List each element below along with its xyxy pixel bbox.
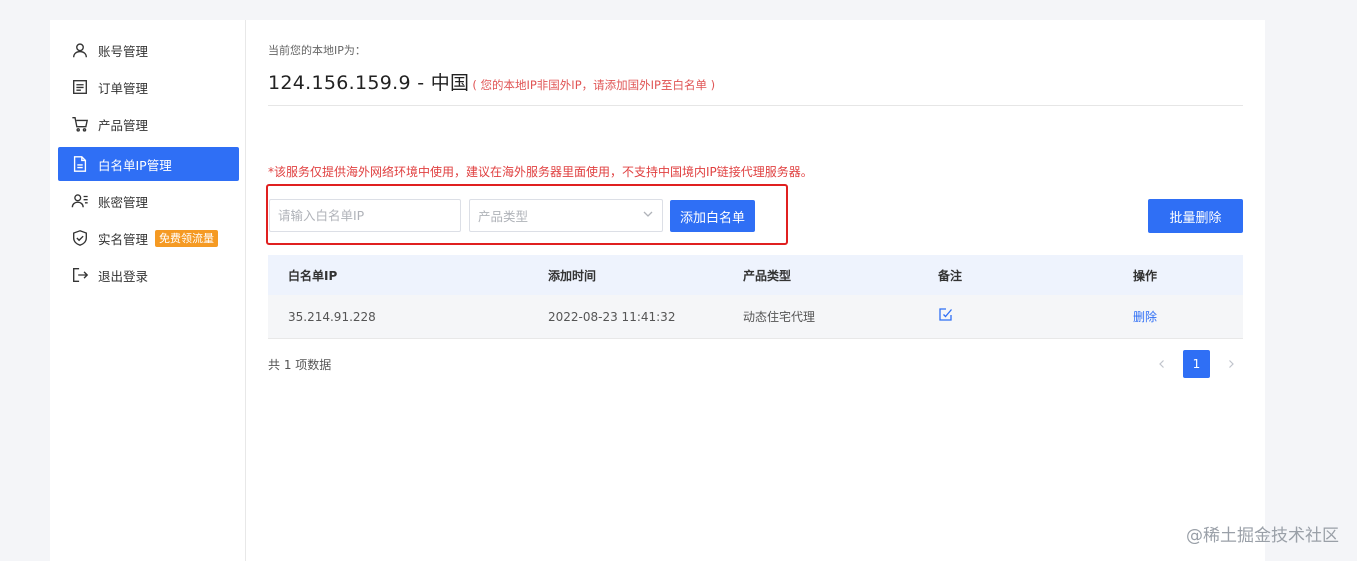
cart-icon bbox=[70, 114, 90, 134]
sidebar-item-label: 账密管理 bbox=[98, 194, 149, 210]
sidebar-item-credentials[interactable]: 账密管理 bbox=[58, 184, 239, 218]
chevron-right-icon[interactable] bbox=[1224, 357, 1238, 371]
divider bbox=[268, 105, 1243, 106]
promo-badge[interactable]: 免费领流量 bbox=[155, 229, 219, 247]
column-header: 备注 bbox=[938, 268, 963, 283]
cell-ip: 35.214.91.228 bbox=[288, 309, 376, 324]
edit-icon[interactable] bbox=[938, 306, 954, 322]
table-row: 35.214.91.228 2022-08-23 11:41:32 动态住宅代理… bbox=[268, 295, 1243, 339]
sidebar-item-orders[interactable]: 订单管理 bbox=[58, 70, 239, 104]
shield-check-icon bbox=[70, 228, 90, 248]
column-header: 添加时间 bbox=[548, 268, 597, 283]
chevron-left-icon[interactable] bbox=[1155, 357, 1169, 371]
pagination: 1 bbox=[1155, 350, 1238, 378]
sidebar: 账号管理 订单管理 产品管理 白名单IP管理 账密管理 实名管理 免费领流量 退… bbox=[50, 20, 246, 561]
sidebar-item-account[interactable]: 账号管理 bbox=[58, 33, 239, 67]
main-content: 当前您的本地IP为： 124.156.159.9 - 中国 ( 您的本地IP非国… bbox=[266, 20, 1243, 561]
column-header: 产品类型 bbox=[743, 268, 792, 283]
logout-icon bbox=[70, 265, 90, 285]
add-whitelist-button[interactable]: 添加白名单 bbox=[670, 200, 755, 232]
sidebar-item-realname[interactable]: 实名管理 免费领流量 bbox=[58, 221, 239, 255]
product-type-placeholder: 产品类型 bbox=[478, 209, 529, 224]
sidebar-item-label: 白名单IP管理 bbox=[98, 157, 172, 173]
total-count: 共 1 项数据 bbox=[268, 358, 332, 372]
cell-type: 动态住宅代理 bbox=[743, 310, 816, 324]
table-header: 白名单IP 添加时间 产品类型 备注 操作 bbox=[268, 255, 1243, 295]
column-header: 白名单IP bbox=[288, 268, 338, 283]
product-type-select[interactable]: 产品类型 bbox=[469, 199, 663, 232]
cell-time: 2022-08-23 11:41:32 bbox=[548, 309, 676, 324]
local-ip-note: ( 您的本地IP非国外IP，请添加国外IP至白名单 ) bbox=[472, 78, 716, 92]
local-ip-value: 124.156.159.9 - 中国 bbox=[268, 72, 470, 94]
chevron-down-icon bbox=[642, 208, 654, 223]
watermark: @稀土掘金技术社区 bbox=[1186, 526, 1339, 546]
sidebar-item-label: 产品管理 bbox=[98, 117, 149, 133]
local-ip-label: 当前您的本地IP为： bbox=[268, 44, 366, 57]
batch-delete-button[interactable]: 批量删除 bbox=[1148, 199, 1243, 233]
sidebar-item-products[interactable]: 产品管理 bbox=[58, 107, 239, 141]
column-header: 操作 bbox=[1133, 268, 1158, 283]
whitelist-table: 白名单IP 添加时间 产品类型 备注 操作 35.214.91.228 2022… bbox=[268, 255, 1243, 339]
local-ip-line: 124.156.159.9 - 中国 ( 您的本地IP非国外IP，请添加国外IP… bbox=[268, 68, 715, 95]
delete-link[interactable]: 删除 bbox=[1133, 308, 1157, 325]
sidebar-item-logout[interactable]: 退出登录 bbox=[58, 258, 239, 292]
sidebar-item-label: 账号管理 bbox=[98, 43, 149, 59]
user-icon bbox=[70, 40, 90, 60]
sidebar-item-whitelist[interactable]: 白名单IP管理 bbox=[58, 147, 239, 181]
sidebar-item-label: 实名管理 bbox=[98, 231, 149, 247]
content-card: 账号管理 订单管理 产品管理 白名单IP管理 账密管理 实名管理 免费领流量 退… bbox=[50, 20, 1265, 561]
order-icon bbox=[70, 77, 90, 97]
sidebar-item-label: 退出登录 bbox=[98, 268, 149, 284]
document-icon bbox=[70, 154, 90, 174]
page-number-current[interactable]: 1 bbox=[1183, 350, 1210, 378]
sidebar-item-label: 订单管理 bbox=[98, 80, 149, 96]
service-warning: *该服务仅提供海外网络环境中使用，建议在海外服务器里面使用，不支持中国境内IP链… bbox=[268, 165, 813, 179]
user-list-icon bbox=[70, 191, 90, 211]
whitelist-ip-input[interactable] bbox=[269, 199, 461, 232]
